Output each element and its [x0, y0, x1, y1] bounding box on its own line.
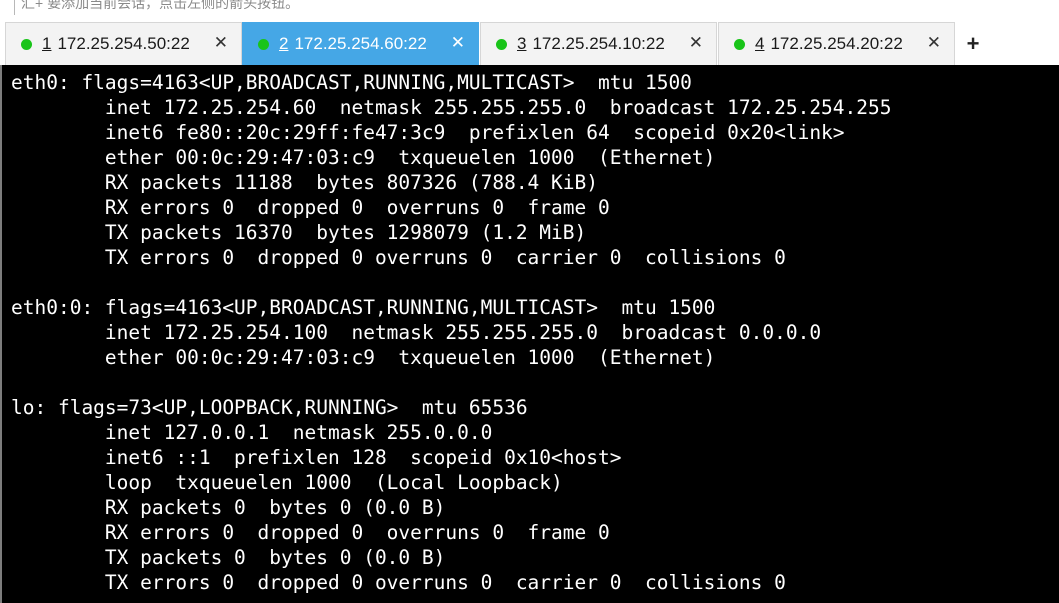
session-tab-bar: 1 172.25.254.50:22 ✕ 2 172.25.254.60:22 …	[0, 22, 1059, 65]
session-tab-1[interactable]: 1 172.25.254.50:22 ✕	[5, 22, 242, 65]
tab-number: 3	[517, 34, 527, 53]
close-icon[interactable]: ✕	[927, 33, 941, 53]
terminal-line: RX errors 0 dropped 0 overruns 0 frame 0	[11, 521, 610, 544]
tab-number: 4	[755, 34, 765, 53]
terminal-line: TX errors 0 dropped 0 overruns 0 carrier…	[11, 571, 786, 594]
session-tab-3[interactable]: 3 172.25.254.10:22 ✕	[480, 22, 717, 65]
session-tab-4[interactable]: 4 172.25.254.20:22 ✕	[718, 22, 955, 65]
terminal-line: eth0: flags=4163<UP,BROADCAST,RUNNING,MU…	[11, 71, 692, 94]
tab-number: 1	[42, 34, 52, 53]
terminal-line: inet 127.0.0.1 netmask 255.0.0.0	[11, 421, 493, 444]
terminal-line: TX errors 0 dropped 0 overruns 0 carrier…	[11, 246, 786, 269]
terminal-line: inet6 fe80::20c:29ff:fe47:3c9 prefixlen …	[11, 121, 845, 144]
session-hint-bar: 汇+ 要添加当前会话，点击左侧的箭头按钮。	[0, 0, 1059, 22]
close-icon[interactable]: ✕	[214, 33, 228, 53]
connected-status-icon	[258, 38, 269, 50]
terminal-line: loop txqueuelen 1000 (Local Loopback)	[11, 471, 563, 494]
terminal-output[interactable]: eth0: flags=4163<UP,BROADCAST,RUNNING,MU…	[0, 65, 1059, 603]
add-tab-button[interactable]: +	[958, 22, 988, 65]
terminal-line: TX packets 0 bytes 0 (0.0 B)	[11, 546, 446, 569]
terminal-line: lo: flags=73<UP,LOOPBACK,RUNNING> mtu 65…	[11, 396, 528, 419]
terminal-line: RX packets 0 bytes 0 (0.0 B)	[11, 496, 446, 519]
close-icon[interactable]: ✕	[451, 33, 465, 53]
tab-address: 172.25.254.60:22	[294, 34, 427, 53]
session-tab-2[interactable]: 2 172.25.254.60:22 ✕	[242, 22, 479, 65]
terminal-line: eth0:0: flags=4163<UP,BROADCAST,RUNNING,…	[11, 296, 716, 319]
terminal-line: RX errors 0 dropped 0 overruns 0 frame 0	[11, 196, 610, 219]
session-hint-text: 汇+ 要添加当前会话，点击左侧的箭头按钮。	[14, 0, 1021, 15]
terminal-line: RX packets 11188 bytes 807326 (788.4 KiB…	[11, 171, 598, 194]
terminal-line: inet 172.25.254.60 netmask 255.255.255.0…	[11, 96, 892, 119]
connected-status-icon	[734, 38, 745, 50]
tab-address: 172.25.254.50:22	[57, 34, 190, 53]
close-icon[interactable]: ✕	[689, 33, 703, 53]
tab-number: 2	[279, 34, 289, 53]
terminal-line: TX packets 16370 bytes 1298079 (1.2 MiB)	[11, 221, 587, 244]
terminal-line: ether 00:0c:29:47:03:c9 txqueuelen 1000 …	[11, 346, 716, 369]
tab-address: 172.25.254.10:22	[532, 34, 665, 53]
terminal-line: ether 00:0c:29:47:03:c9 txqueuelen 1000 …	[11, 146, 716, 169]
tab-address: 172.25.254.20:22	[770, 34, 903, 53]
connected-status-icon	[496, 38, 507, 50]
terminal-line: inet 172.25.254.100 netmask 255.255.255.…	[11, 321, 822, 344]
terminal-line: inet6 ::1 prefixlen 128 scopeid 0x10<hos…	[11, 446, 622, 469]
connected-status-icon	[21, 38, 32, 50]
